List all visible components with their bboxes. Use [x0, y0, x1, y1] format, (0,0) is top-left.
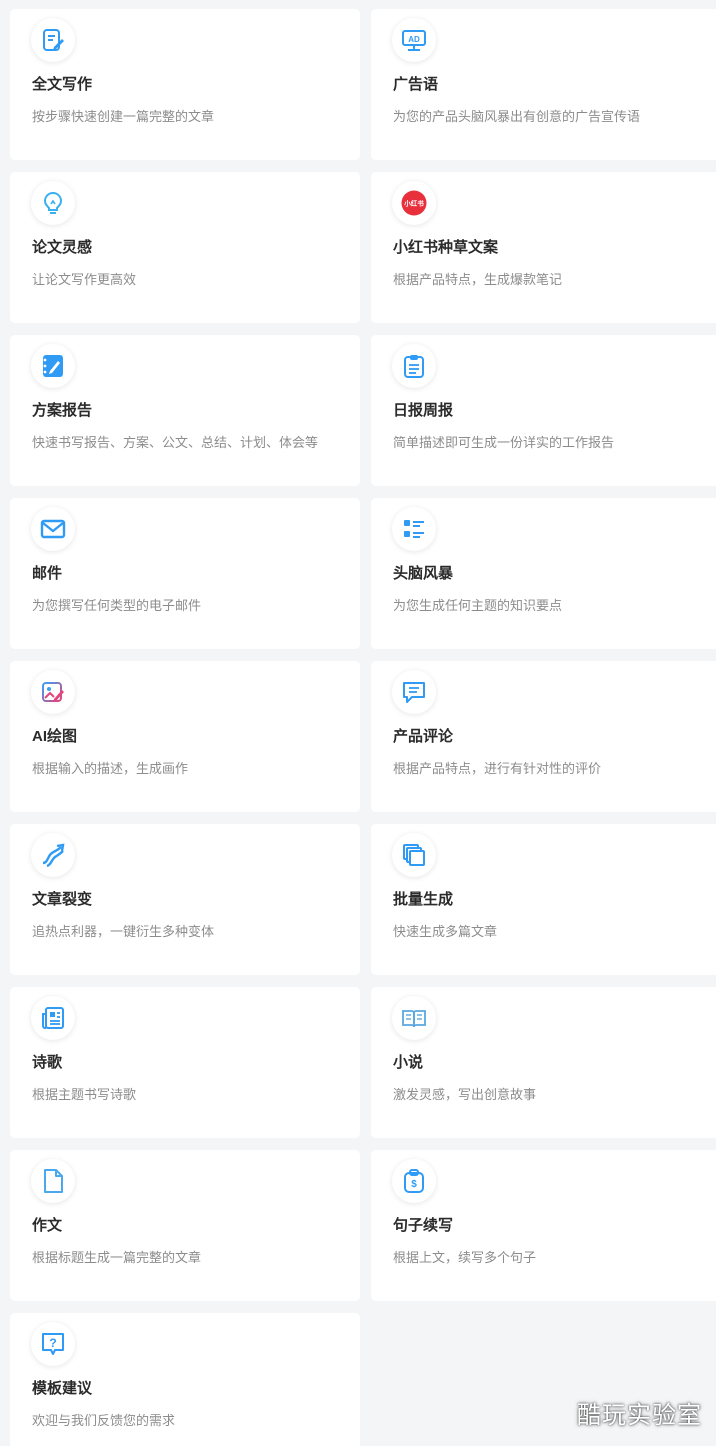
template-card[interactable]: 诗歌根据主题书写诗歌 — [10, 987, 360, 1138]
checklist-icon — [392, 507, 436, 551]
template-card[interactable]: AI绘图根据输入的描述，生成画作 — [10, 661, 360, 812]
card-title: 产品评论 — [393, 728, 454, 745]
card-description: 根据输入的描述，生成画作 — [32, 761, 189, 776]
template-card[interactable]: 全文写作按步骤快速创建一篇完整的文章 — [10, 9, 360, 160]
template-card[interactable]: 邮件为您撰写任何类型的电子邮件 — [10, 498, 360, 649]
split-arrows-icon — [31, 833, 75, 877]
card-title: 方案报告 — [32, 402, 93, 419]
template-card[interactable]: 日报周报简单描述即可生成一份详实的工作报告 — [371, 335, 716, 486]
clipboard-icon — [392, 344, 436, 388]
card-description: 按步骤快速创建一篇完整的文章 — [32, 109, 215, 124]
card-title: 诗歌 — [32, 1054, 63, 1071]
blank-page-icon — [31, 1159, 75, 1203]
watermark: 酷玩实验室 — [577, 1402, 702, 1429]
envelope-icon — [31, 507, 75, 551]
template-card[interactable]: 批量生成快速生成多篇文章 — [371, 824, 716, 975]
card-description: 快速生成多篇文章 — [393, 924, 498, 939]
card-description: 快速书写报告、方案、公文、总结、计划、体会等 — [32, 435, 319, 450]
card-description: 让论文写作更高效 — [32, 272, 137, 287]
card-title: 小红书种草文案 — [393, 239, 499, 256]
template-card[interactable]: 论文灵感让论文写作更高效 — [10, 172, 360, 323]
template-card[interactable]: 方案报告快速书写报告、方案、公文、总结、计划、体会等 — [10, 335, 360, 486]
image-brush-icon — [31, 670, 75, 714]
clipboard-dollar-icon: $ — [392, 1159, 436, 1203]
template-card[interactable]: AD 广告语为您的产品头脑风暴出有创意的广告宣传语 — [371, 9, 716, 160]
card-title: 句子续写 — [393, 1217, 454, 1234]
template-grid: 全文写作按步骤快速创建一篇完整的文章 AD 广告语为您的产品头脑风暴出有创意的广告宣… — [0, 0, 716, 1446]
svg-text:?: ? — [49, 1336, 56, 1350]
template-card[interactable]: 产品评论根据产品特点，进行有针对性的评价 — [371, 661, 716, 812]
card-title: 全文写作 — [32, 76, 93, 93]
card-title: 头脑风暴 — [393, 565, 454, 582]
template-card[interactable]: 小红书小红书种草文案根据产品特点，生成爆款笔记 — [371, 172, 716, 323]
newspaper-icon — [31, 996, 75, 1040]
template-card[interactable]: 小说激发灵感，写出创意故事 — [371, 987, 716, 1138]
comment-bubble-icon — [392, 670, 436, 714]
template-card[interactable]: 作文根据标题生成一篇完整的文章 — [10, 1150, 360, 1301]
card-description: 激发灵感，写出创意故事 — [393, 1087, 537, 1102]
template-card[interactable]: $ 句子续写根据上文，续写多个句子 — [371, 1150, 716, 1301]
card-description: 根据主题书写诗歌 — [32, 1087, 137, 1102]
template-card[interactable]: ? 模板建议欢迎与我们反馈您的需求 — [10, 1313, 360, 1446]
card-title: 作文 — [32, 1217, 63, 1234]
card-title: 邮件 — [32, 565, 63, 582]
card-title: 模板建议 — [32, 1380, 93, 1397]
xiaohongshu-logo-text: 小红书 — [403, 199, 424, 208]
card-title: 批量生成 — [393, 891, 454, 908]
ad-board-icon: AD — [392, 18, 436, 62]
card-title: 文章裂变 — [32, 891, 93, 908]
card-title: 广告语 — [393, 76, 439, 93]
question-bubble-icon: ? — [31, 1322, 75, 1366]
card-description: 为您的产品头脑风暴出有创意的广告宣传语 — [393, 109, 641, 124]
card-description: 根据标题生成一篇完整的文章 — [32, 1250, 202, 1265]
card-title: 小说 — [393, 1054, 424, 1071]
card-description: 为您生成任何主题的知识要点 — [393, 598, 563, 613]
card-description: 根据上文，续写多个句子 — [393, 1250, 537, 1265]
card-description: 根据产品特点，生成爆款笔记 — [393, 272, 563, 287]
edit-document-icon — [31, 18, 75, 62]
card-title: AI绘图 — [32, 728, 78, 745]
xiaohongshu-logo-icon: 小红书 — [392, 181, 436, 225]
open-book-icon — [392, 996, 436, 1040]
card-description: 欢迎与我们反馈您的需求 — [32, 1413, 176, 1428]
card-description: 根据产品特点，进行有针对性的评价 — [393, 761, 602, 776]
template-card[interactable]: 头脑风暴为您生成任何主题的知识要点 — [371, 498, 716, 649]
stacked-pages-icon — [392, 833, 436, 877]
svg-text:AD: AD — [408, 35, 420, 44]
card-description: 追热点利器，一键衍生多种变体 — [32, 924, 215, 939]
svg-text:$: $ — [411, 1179, 417, 1190]
card-title: 日报周报 — [393, 402, 454, 419]
card-description: 简单描述即可生成一份详实的工作报告 — [393, 435, 615, 450]
card-title: 论文灵感 — [32, 239, 93, 256]
card-description: 为您撰写任何类型的电子邮件 — [32, 598, 202, 613]
lightbulb-icon — [31, 181, 75, 225]
notebook-pen-icon — [31, 344, 75, 388]
template-card[interactable]: 文章裂变追热点利器，一键衍生多种变体 — [10, 824, 360, 975]
